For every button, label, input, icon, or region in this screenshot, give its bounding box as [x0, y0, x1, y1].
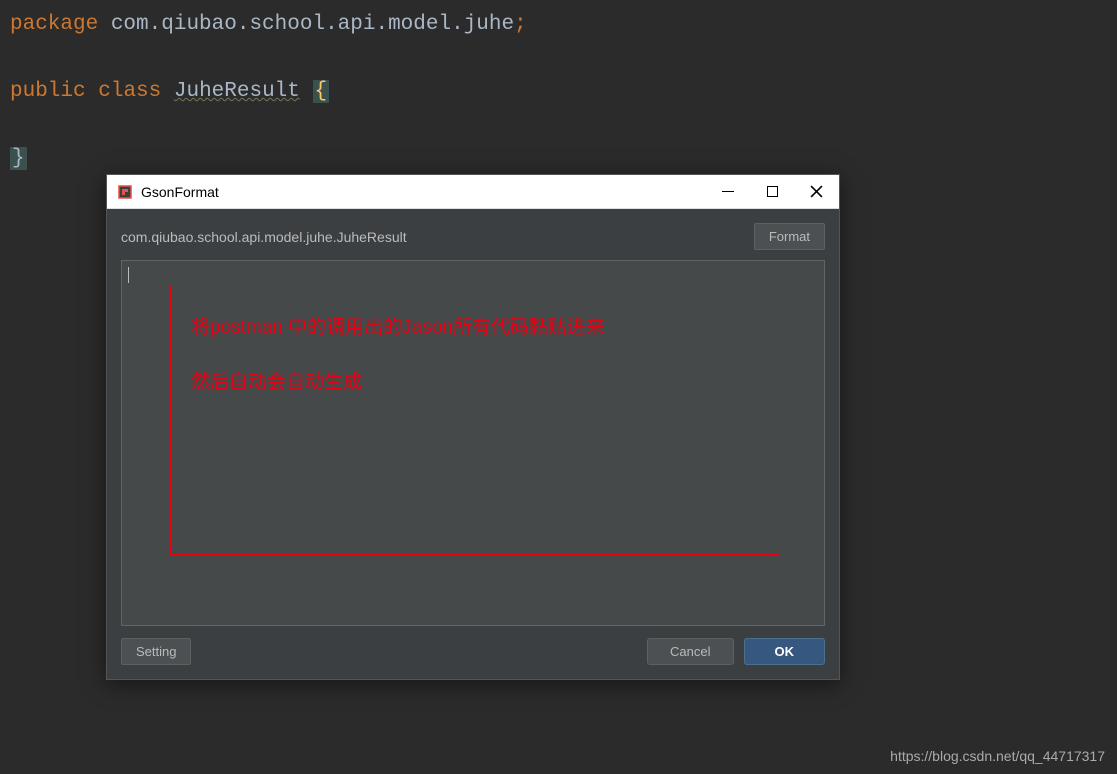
dialog-body: com.qiubao.school.api.model.juhe.JuheRes…	[107, 209, 839, 679]
semicolon: ;	[514, 13, 527, 36]
class-path-label: com.qiubao.school.api.model.juhe.JuheRes…	[121, 229, 744, 245]
app-icon	[117, 184, 133, 200]
annotation-text-1: 将postman 中的调用出的Jason所有代码黏贴进来	[191, 312, 759, 339]
text-cursor	[128, 267, 129, 283]
maximize-button[interactable]	[765, 185, 779, 199]
close-brace: }	[10, 147, 27, 170]
class-name: JuheResult	[174, 80, 300, 103]
package-name: com.qiubao.school.api.model.juhe	[111, 13, 514, 36]
annotation-box: 将postman 中的调用出的Jason所有代码黏贴进来 然后自动会自动生成	[170, 285, 780, 555]
code-editor[interactable]: package com.qiubao.school.api.model.juhe…	[0, 0, 1117, 184]
keyword-class: class	[98, 80, 161, 103]
keyword-public: public	[10, 80, 86, 103]
window-controls	[721, 185, 829, 199]
cancel-button[interactable]: Cancel	[647, 638, 733, 665]
top-row: com.qiubao.school.api.model.juhe.JuheRes…	[121, 223, 825, 250]
format-button[interactable]: Format	[754, 223, 825, 250]
dialog-titlebar[interactable]: GsonFormat	[107, 175, 839, 209]
watermark: https://blog.csdn.net/qq_44717317	[890, 748, 1105, 764]
bottom-row: Setting Cancel OK	[121, 638, 825, 665]
minimize-button[interactable]	[721, 185, 735, 199]
keyword-package: package	[10, 13, 98, 36]
gson-format-dialog: GsonFormat com.qiubao.school.api.model.j…	[106, 174, 840, 680]
setting-button[interactable]: Setting	[121, 638, 191, 665]
open-brace: {	[313, 80, 330, 103]
ok-button[interactable]: OK	[744, 638, 826, 665]
annotation-text-2: 然后自动会自动生成	[191, 367, 759, 394]
dialog-title: GsonFormat	[141, 184, 721, 200]
json-textarea[interactable]: 将postman 中的调用出的Jason所有代码黏贴进来 然后自动会自动生成	[121, 260, 825, 626]
close-button[interactable]	[809, 185, 823, 199]
